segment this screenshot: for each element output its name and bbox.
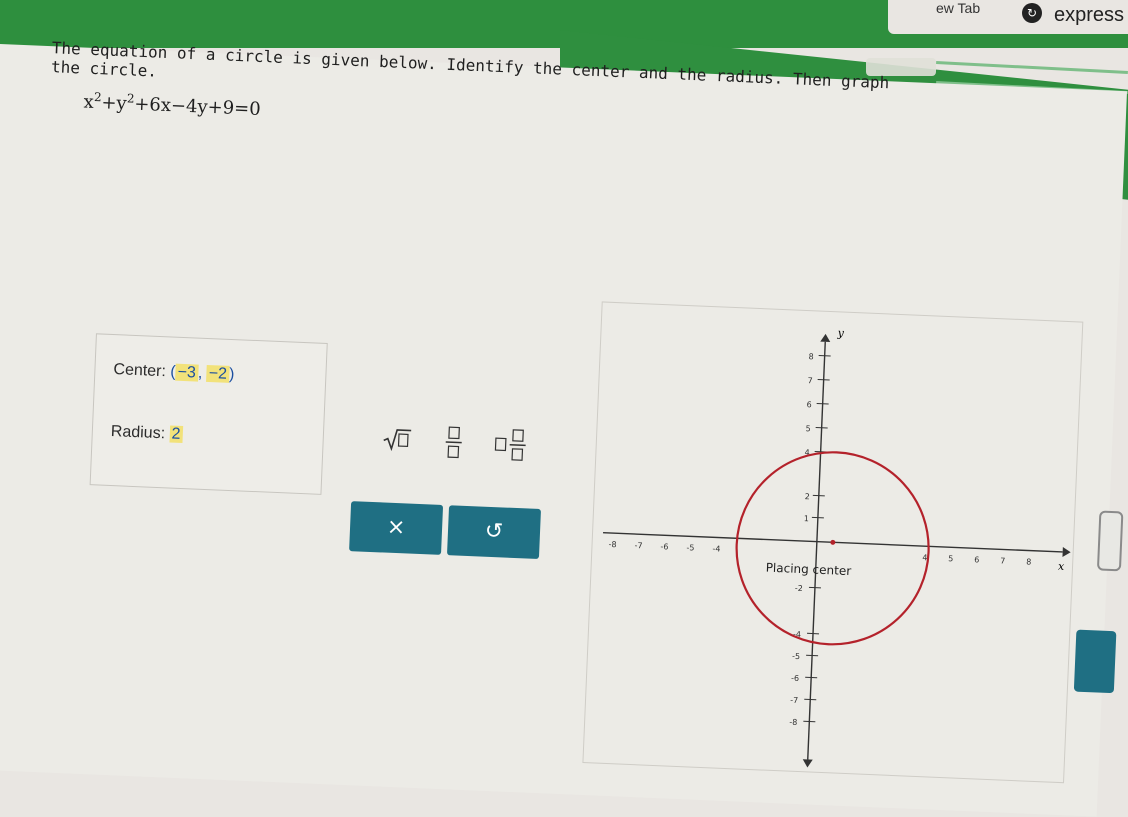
- math-toolbar: × ↺: [349, 419, 545, 572]
- side-panel-frame[interactable]: [1096, 510, 1124, 572]
- y-axis-arrow: [820, 333, 831, 343]
- x-axis-arrow: [1062, 546, 1071, 557]
- x-tick-label: -5: [686, 543, 694, 552]
- fraction-icon[interactable]: [443, 425, 465, 465]
- problem-page: The equation of a circle is given below.…: [0, 38, 1128, 817]
- y-tick-label: 2: [805, 492, 810, 501]
- y-tick-label: -6: [791, 674, 799, 683]
- extension-label[interactable]: express: [1054, 4, 1124, 27]
- radius-row: Radius: 2: [110, 422, 183, 444]
- circle-arrow-icon[interactable]: ↻: [1022, 3, 1042, 23]
- y-axis-label: y: [836, 326, 845, 339]
- answer-box: Center: (−3, −2) Radius: 2: [89, 333, 328, 495]
- drawn-circle[interactable]: [733, 448, 933, 648]
- y-tick-label: -5: [792, 652, 800, 661]
- y-tick-label: 6: [806, 400, 811, 409]
- y-tick-label: 1: [804, 514, 809, 523]
- center-x-input[interactable]: −3: [175, 363, 199, 382]
- radius-input[interactable]: 2: [169, 425, 183, 443]
- undo-button[interactable]: ↺: [446, 505, 541, 560]
- x-tick-label: -4: [712, 544, 720, 553]
- radius-label: Radius:: [110, 422, 166, 443]
- x-tick-label: -7: [634, 541, 642, 550]
- clear-button[interactable]: ×: [349, 501, 444, 555]
- y-tick-label: 7: [807, 376, 812, 385]
- browser-tab-label[interactable]: ew Tab: [936, 0, 980, 16]
- placing-center-tooltip: Placing center: [765, 561, 851, 579]
- x-tick-label: -8: [608, 540, 616, 549]
- circle-center-point[interactable]: [830, 539, 836, 545]
- y-tick-label: 5: [805, 424, 810, 433]
- center-y-input[interactable]: −2: [206, 364, 230, 383]
- circle-equation: x2+y2+6x−4y+9=0: [83, 89, 262, 120]
- y-tick-label: 8: [808, 352, 813, 361]
- x-tick-label: 6: [974, 555, 979, 564]
- center-label: Center:: [113, 361, 167, 381]
- y-tick-label: -8: [789, 718, 797, 727]
- graph-panel[interactable]: y x -8 -7 -6 -5 -4 4 5 6 7 8 8 7 6 5 4 2…: [582, 301, 1084, 784]
- x-tick-label: 7: [1000, 556, 1005, 565]
- mixed-number-icon[interactable]: [493, 427, 531, 467]
- center-row: Center: (−3, −2): [113, 361, 235, 384]
- x-tick-label: 8: [1026, 557, 1031, 566]
- x-tick-label: 5: [948, 554, 953, 563]
- y-tick-label: -7: [790, 696, 798, 705]
- y-axis-arrow-down: [802, 759, 813, 768]
- y-tick-label: -2: [795, 584, 803, 593]
- x-tick-label: -6: [660, 542, 668, 551]
- sqrt-icon[interactable]: [381, 426, 412, 456]
- x-axis-label: x: [1058, 560, 1066, 573]
- coordinate-grid[interactable]: y x -8 -7 -6 -5 -4 4 5 6 7 8 8 7 6 5 4 2…: [583, 302, 1082, 782]
- side-action-button[interactable]: [1073, 629, 1117, 694]
